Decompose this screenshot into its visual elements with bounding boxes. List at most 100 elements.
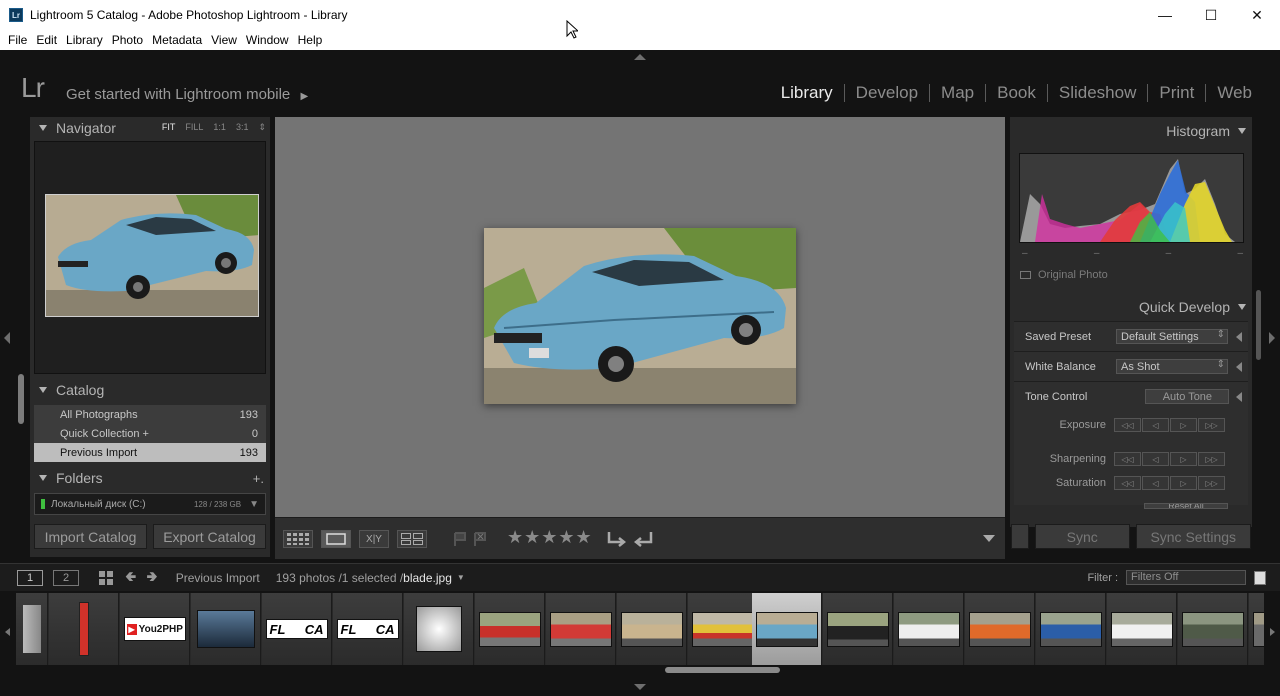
filmstrip-thumbnail[interactable] bbox=[688, 593, 758, 665]
sync-settings-button[interactable]: Sync Settings bbox=[1135, 524, 1251, 549]
module-web[interactable]: Web bbox=[1206, 83, 1263, 103]
grid-view-button[interactable] bbox=[283, 530, 313, 548]
selected-filename[interactable]: blade.jpg bbox=[403, 571, 452, 585]
zoom-fit[interactable]: FIT bbox=[162, 122, 176, 133]
left-panel-toggle-icon[interactable] bbox=[4, 332, 10, 344]
loupe-view[interactable] bbox=[275, 117, 1005, 517]
filmstrip-thumbnail[interactable] bbox=[823, 593, 893, 665]
filmstrip-left-arrow-icon[interactable] bbox=[5, 628, 10, 636]
auto-tone-button[interactable]: Auto Tone bbox=[1145, 389, 1230, 404]
add-folder-icon[interactable]: +. bbox=[253, 471, 264, 486]
right-panel-scrollbar[interactable] bbox=[1256, 290, 1261, 360]
zoom-1-1[interactable]: 1:1 bbox=[213, 122, 226, 133]
filmstrip-thumbnail[interactable] bbox=[404, 593, 474, 665]
maximize-icon[interactable]: ☐ bbox=[1188, 0, 1234, 30]
main-photo[interactable] bbox=[484, 228, 796, 404]
filmstrip-thumbnail[interactable] bbox=[191, 593, 261, 665]
module-book[interactable]: Book bbox=[986, 83, 1047, 103]
filmstrip-thumbnail[interactable] bbox=[617, 593, 687, 665]
grid-icon[interactable] bbox=[99, 570, 113, 585]
white-balance-select[interactable]: As Shot bbox=[1116, 359, 1228, 374]
menu-view[interactable]: View bbox=[211, 33, 237, 47]
navigator-thumbnail[interactable] bbox=[45, 194, 259, 317]
filmstrip-thumbnail[interactable] bbox=[546, 593, 616, 665]
filmstrip-thumbnail[interactable] bbox=[475, 593, 545, 665]
step-up-button[interactable]: ▷ bbox=[1170, 476, 1197, 490]
import-catalog-button[interactable]: Import Catalog bbox=[34, 524, 147, 549]
menu-metadata[interactable]: Metadata bbox=[152, 33, 202, 47]
bottom-panel-toggle-icon[interactable] bbox=[634, 684, 646, 690]
filename-dropdown-icon[interactable]: ▼ bbox=[457, 573, 465, 582]
back-arrow-icon[interactable]: 🢀 bbox=[125, 566, 136, 590]
step-down-large-button[interactable]: ◁◁ bbox=[1114, 452, 1141, 466]
zoom-3-1[interactable]: 3:1 bbox=[236, 122, 249, 133]
toolbar-options-chevron-icon[interactable] bbox=[983, 535, 995, 542]
menu-file[interactable]: File bbox=[8, 33, 27, 47]
filmstrip-thumbnail[interactable] bbox=[894, 593, 964, 665]
survey-view-button[interactable] bbox=[397, 530, 427, 548]
primary-window-button[interactable]: 1 bbox=[17, 569, 43, 586]
filmstrip-thumbnail[interactable] bbox=[1178, 593, 1248, 665]
step-down-large-button[interactable]: ◁◁ bbox=[1114, 418, 1141, 432]
loupe-view-button[interactable] bbox=[321, 530, 351, 548]
original-photo-toggle[interactable]: Original Photo bbox=[1020, 269, 1108, 281]
compare-view-button[interactable]: X|Y bbox=[359, 530, 389, 548]
top-panel-toggle-icon[interactable] bbox=[634, 54, 646, 60]
reset-all-button[interactable]: Reset All bbox=[1144, 503, 1228, 509]
module-map[interactable]: Map bbox=[930, 83, 985, 103]
filmstrip-thumbnail[interactable] bbox=[1249, 593, 1264, 665]
filter-select[interactable]: Filters Off bbox=[1126, 570, 1246, 585]
rating-stars[interactable]: ★★★★★ bbox=[507, 527, 593, 548]
module-slideshow[interactable]: Slideshow bbox=[1048, 83, 1148, 103]
filmstrip-thumbnail[interactable] bbox=[965, 593, 1035, 665]
catalog-item-all-photographs[interactable]: All Photographs 193 bbox=[34, 405, 266, 424]
filmstrip-thumbnail[interactable]: ▶ You2PHP bbox=[120, 593, 190, 665]
step-up-button[interactable]: ▷ bbox=[1170, 418, 1197, 432]
filmstrip-toggle-icon[interactable] bbox=[1254, 570, 1266, 585]
filmstrip-thumbnail[interactable] bbox=[49, 593, 119, 665]
saved-preset-select[interactable]: Default Settings bbox=[1116, 329, 1228, 344]
filmstrip-thumbnail[interactable]: FL CA bbox=[262, 593, 332, 665]
catalog-header[interactable]: Catalog bbox=[30, 379, 270, 401]
export-catalog-button[interactable]: Export Catalog bbox=[153, 524, 266, 549]
filmstrip-source[interactable]: Previous Import bbox=[176, 571, 260, 585]
folders-header[interactable]: Folders +. bbox=[30, 467, 270, 489]
histogram-header[interactable]: Histogram bbox=[1010, 117, 1252, 145]
minimize-icon[interactable]: — bbox=[1142, 0, 1188, 30]
step-up-large-button[interactable]: ▷▷ bbox=[1198, 418, 1225, 432]
catalog-item-quick-collection[interactable]: Quick Collection + 0 bbox=[34, 424, 266, 443]
filmstrip-thumbnail[interactable] bbox=[16, 593, 48, 665]
expand-left-icon[interactable] bbox=[1236, 331, 1242, 342]
module-develop[interactable]: Develop bbox=[845, 83, 929, 103]
sync-toggle-switch[interactable] bbox=[1011, 524, 1029, 549]
step-up-large-button[interactable]: ▷▷ bbox=[1198, 452, 1225, 466]
histogram-graph[interactable] bbox=[1019, 153, 1244, 243]
left-panel-scrollbar[interactable] bbox=[18, 374, 24, 424]
navigator-header[interactable]: Navigator FIT FILL 1:1 3:1 ⇕ bbox=[30, 117, 270, 139]
expand-left-icon[interactable] bbox=[1236, 391, 1242, 402]
zoom-fill[interactable]: FILL bbox=[185, 122, 203, 133]
step-down-button[interactable]: ◁ bbox=[1142, 418, 1169, 432]
rotate-icons[interactable] bbox=[605, 528, 655, 550]
filmstrip-thumbnail[interactable] bbox=[1036, 593, 1106, 665]
quick-develop-header[interactable]: Quick Develop bbox=[1010, 293, 1252, 321]
module-library[interactable]: Library bbox=[770, 83, 844, 103]
secondary-window-button[interactable]: 2 bbox=[53, 569, 79, 586]
close-icon[interactable]: ✕ bbox=[1234, 0, 1280, 30]
forward-arrow-icon[interactable]: 🢂 bbox=[146, 566, 157, 590]
menu-edit[interactable]: Edit bbox=[36, 33, 57, 47]
step-down-button[interactable]: ◁ bbox=[1142, 452, 1169, 466]
module-print[interactable]: Print bbox=[1148, 83, 1205, 103]
filmstrip-thumbnail[interactable]: FL CA bbox=[333, 593, 403, 665]
filmstrip-scrollbar[interactable] bbox=[665, 667, 780, 673]
step-up-button[interactable]: ▷ bbox=[1170, 452, 1197, 466]
menu-help[interactable]: Help bbox=[298, 33, 323, 47]
expand-left-icon[interactable] bbox=[1236, 361, 1242, 372]
menu-photo[interactable]: Photo bbox=[112, 33, 143, 47]
catalog-item-previous-import[interactable]: Previous Import 193 bbox=[34, 443, 266, 462]
zoom-spinner-icon[interactable]: ⇕ bbox=[258, 122, 266, 133]
menu-library[interactable]: Library bbox=[66, 33, 103, 47]
sync-button[interactable]: Sync bbox=[1034, 524, 1130, 549]
filmstrip-right-arrow-icon[interactable] bbox=[1270, 628, 1275, 636]
menu-window[interactable]: Window bbox=[246, 33, 289, 47]
